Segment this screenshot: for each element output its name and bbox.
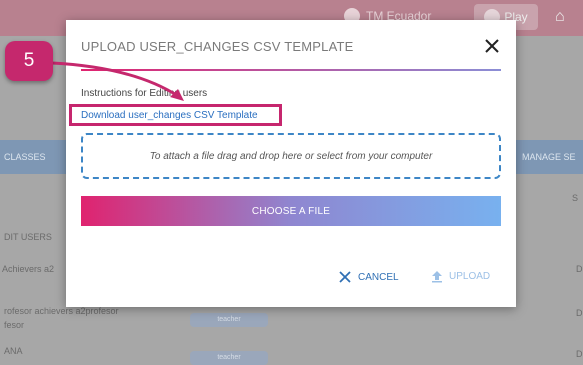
file-dropzone[interactable]: To attach a file drag and drop here or s… (81, 133, 501, 179)
list-item: fesor (4, 320, 25, 330)
instructions-text: Instructions for Editing users (81, 88, 208, 99)
modal-title: UPLOAD USER_CHANGES CSV TEMPLATE (81, 39, 354, 54)
download-template-link[interactable]: Download user_changes CSV Template (81, 110, 258, 121)
row-fragment: D (576, 264, 583, 274)
upload-icon (432, 271, 442, 283)
cancel-x-icon (339, 271, 351, 283)
cancel-label: CANCEL (358, 271, 399, 283)
header-manage: MANAGE SE (522, 152, 576, 162)
cancel-button[interactable]: CANCEL (338, 270, 399, 284)
role-badge: teacher (190, 351, 268, 365)
choose-file-button[interactable]: CHOOSE A FILE (81, 196, 501, 226)
choose-file-label: CHOOSE A FILE (251, 205, 331, 217)
close-button[interactable] (482, 36, 502, 56)
row-fragment: D (576, 308, 583, 318)
step-number-badge: 5 (5, 41, 53, 81)
upload-modal: UPLOAD USER_CHANGES CSV TEMPLATE Instruc… (66, 20, 516, 307)
dropzone-text: To attach a file drag and drop here or s… (149, 150, 433, 162)
role-badge: teacher (190, 313, 268, 327)
header-classes: CLASSES (4, 152, 46, 162)
upload-label: UPLOAD (449, 271, 491, 282)
title-divider (81, 69, 501, 71)
step-number: 5 (23, 50, 35, 71)
row-fragment: S (572, 193, 579, 203)
row-fragment: D (576, 349, 583, 359)
close-icon (485, 39, 499, 53)
upload-button[interactable]: UPLOAD (431, 270, 490, 283)
list-item: rofesor achievers a2profesor (4, 306, 119, 316)
list-item: ANA (4, 346, 23, 356)
home-icon[interactable]: ⌂ (555, 8, 575, 26)
